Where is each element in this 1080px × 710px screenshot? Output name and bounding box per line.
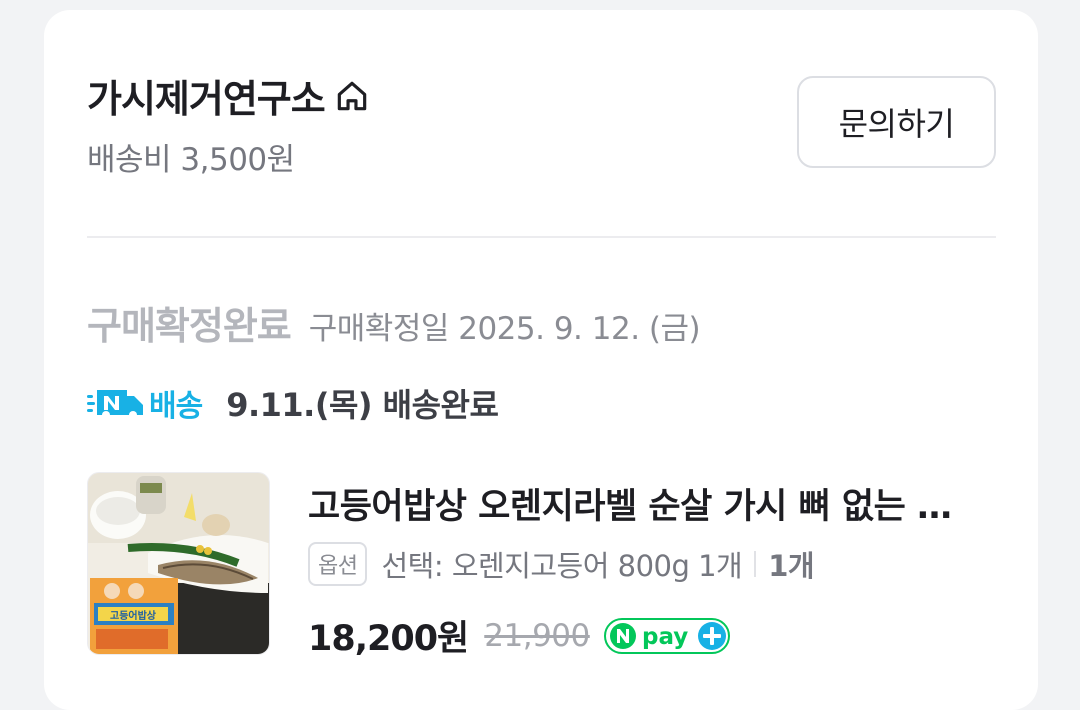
home-icon[interactable] — [333, 77, 371, 115]
option-text: 선택: 오렌지고등어 800g 1개 — [381, 549, 743, 583]
confirm-date: 구매확정일 2025. 9. 12. (금) — [308, 311, 701, 347]
delivery-badge-label: 배송 — [149, 389, 203, 424]
thumb-label: 고등어밥상 — [110, 609, 157, 622]
npay-plus-icon: pay — [603, 617, 730, 654]
product-image: 고등어밥상 — [88, 473, 269, 654]
n-delivery-truck-icon — [87, 390, 143, 419]
n-delivery-badge: 배송 — [87, 381, 203, 425]
original-price: 21,900 — [484, 617, 590, 654]
price-row: 18,200원 21,900 pay — [308, 610, 732, 661]
product-title[interactable]: 고등어밥상 오렌지라벨 순살 가시 뼈 없는 고등어 — [308, 478, 978, 529]
shipping-fee: 배송비 3,500원 — [87, 142, 295, 178]
inquiry-button[interactable]: 문의하기 — [797, 76, 996, 168]
divider — [87, 236, 996, 238]
price: 18,200원 — [308, 619, 469, 659]
product-thumbnail[interactable]: 고등어밥상 — [87, 472, 270, 655]
quantity: 1개 — [768, 549, 815, 583]
store-name[interactable]: 가시제거연구소 — [87, 68, 326, 123]
option-row: 옵션 선택: 오렌지고등어 800g 1개 1개 — [308, 542, 815, 586]
delivery-row: 배송 9.11.(목) 배송완료 — [87, 380, 499, 426]
delivery-status: 9.11.(목) 배송완료 — [226, 386, 499, 424]
option-separator — [754, 551, 757, 577]
order-status-row: 구매확정완료 구매확정일 2025. 9. 12. (금) — [87, 295, 701, 350]
npay-plus-badge: pay — [603, 617, 732, 655]
order-status: 구매확정완료 — [87, 304, 292, 348]
order-card: 가시제거연구소 배송비 3,500원 문의하기 구매확정완료 구매확정일 202… — [44, 10, 1038, 710]
option-badge: 옵션 — [308, 542, 368, 586]
store-header[interactable]: 가시제거연구소 — [87, 68, 371, 123]
npay-label: pay — [642, 624, 688, 650]
